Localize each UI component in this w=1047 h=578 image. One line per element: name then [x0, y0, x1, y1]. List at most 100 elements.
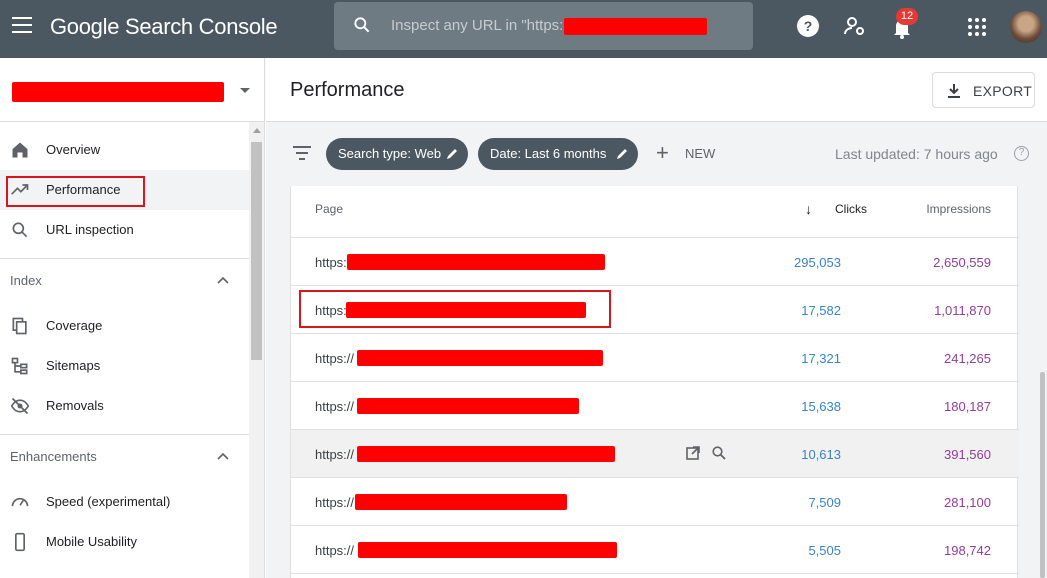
coverage-icon	[12, 317, 27, 335]
sidebar-item-removals[interactable]: Removals	[0, 386, 249, 426]
avatar[interactable]	[1010, 11, 1042, 43]
inspect-url-icon[interactable]	[711, 445, 727, 461]
sidebar-item-label: Coverage	[46, 318, 103, 333]
impressions-value: 1,011,870	[934, 303, 991, 318]
speedometer-icon	[11, 497, 29, 507]
page-url[interactable]: https://	[315, 495, 354, 510]
sidebar-item-label: Speed (experimental)	[46, 494, 171, 509]
export-button[interactable]: EXPORT	[932, 72, 1035, 108]
notification-badge: 12	[896, 8, 918, 25]
search-icon	[354, 17, 370, 33]
table-row[interactable]: https:// 15,638 180,187	[291, 382, 1019, 430]
redaction	[357, 350, 603, 366]
property-selector[interactable]	[0, 58, 265, 122]
page-url[interactable]: https://	[315, 351, 354, 366]
clicks-value: 295,053	[794, 255, 841, 270]
page-url[interactable]: https://	[315, 447, 354, 462]
column-header-impressions[interactable]: Impressions	[911, 202, 991, 216]
page-url[interactable]: https://	[315, 399, 354, 414]
table-row[interactable]: https: 295,053 2,650,559	[291, 238, 1019, 286]
svg-text:?: ?	[804, 18, 813, 34]
menu-icon[interactable]	[12, 17, 32, 33]
sidebar-item-sitemaps[interactable]: Sitemaps	[0, 346, 249, 386]
table-row[interactable]: https: 17,582 1,011,870	[291, 286, 1019, 334]
chevron-up-icon	[217, 452, 229, 460]
chip-search-type[interactable]: Search type: Web	[326, 138, 468, 170]
last-updated-text: Last updated: 7 hours ago	[835, 146, 998, 162]
chip-label: Search type: Web	[338, 146, 442, 161]
table-row[interactable]: https:// 17,321 241,265	[291, 334, 1019, 382]
sidebar-item-label: Overview	[46, 142, 101, 157]
plus-icon: +	[656, 140, 669, 165]
redaction	[355, 494, 567, 510]
app-logo[interactable]: Google Search Console	[50, 14, 278, 40]
chevron-up-icon	[217, 276, 229, 284]
section-label: Enhancements	[10, 449, 97, 464]
sidebar-item-mobile-usability[interactable]: Mobile Usability	[0, 522, 249, 562]
impressions-value: 281,100	[944, 495, 991, 510]
table-row[interactable]: https:// 5,505 198,742	[291, 526, 1019, 574]
table-row[interactable]: https:// 7,509 281,100	[291, 478, 1019, 526]
section-label: Index	[10, 273, 42, 288]
impressions-value: 198,742	[944, 543, 991, 558]
new-filter-label: NEW	[685, 146, 716, 161]
chip-date-range[interactable]: Date: Last 6 months	[478, 138, 638, 170]
edit-icon	[617, 149, 627, 159]
sidebar-item-overview[interactable]: Overview	[0, 130, 249, 170]
column-header-clicks[interactable]: ↓ Clicks	[805, 201, 867, 217]
impressions-value: 241,265	[944, 351, 991, 366]
edit-icon	[447, 149, 457, 159]
sitemap-icon	[11, 357, 28, 375]
pages-table: Page ↓ Clicks Impressions https: 295,053…	[290, 186, 1019, 578]
main-scrollbar-thumb[interactable]	[1040, 372, 1045, 578]
sidebar-scrollbar[interactable]	[249, 122, 264, 578]
table-row[interactable]: https:// 10,613 391,560	[291, 430, 1019, 478]
redaction	[347, 254, 605, 270]
search-placeholder: Inspect any URL in "https:	[391, 17, 564, 34]
impressions-value: 391,560	[944, 447, 991, 462]
redaction	[357, 446, 615, 462]
download-icon	[948, 84, 960, 98]
redaction	[358, 542, 617, 558]
content-area: Page ↓ Clicks Impressions https: 295,053…	[266, 186, 1047, 578]
help-outline-icon[interactable]: ?	[1014, 146, 1029, 161]
annotation-highlight-box	[6, 176, 145, 207]
clicks-value: 17,582	[801, 303, 841, 318]
new-filter-button[interactable]: + NEW	[656, 140, 726, 165]
column-header-label: Clicks	[835, 202, 867, 216]
scroll-up-icon[interactable]	[253, 128, 261, 133]
phone-icon	[15, 532, 25, 552]
open-in-new-icon[interactable]	[685, 445, 701, 461]
url-inspect-search[interactable]: Inspect any URL in "https:	[334, 2, 753, 50]
apps-grid-icon[interactable]	[967, 17, 987, 37]
page-title: Performance	[290, 79, 405, 101]
page-url[interactable]: https://	[315, 543, 354, 558]
column-header-page[interactable]: Page	[315, 202, 343, 216]
scrollbar-thumb[interactable]	[251, 142, 262, 360]
page-url[interactable]: https:	[315, 255, 347, 270]
help-icon[interactable]: ?	[796, 14, 820, 38]
filter-icon[interactable]	[292, 145, 312, 161]
filter-bar: Search type: Web Date: Last 6 months + N…	[266, 122, 1047, 186]
eye-off-icon	[10, 397, 30, 415]
user-settings-icon[interactable]	[843, 14, 867, 38]
dropdown-caret-icon	[240, 88, 250, 93]
export-label: EXPORT	[973, 83, 1033, 99]
impressions-value: 2,650,559	[933, 255, 991, 270]
sidebar-item-url-inspection[interactable]: URL inspection	[0, 210, 249, 250]
sort-arrow-icon: ↓	[805, 201, 812, 217]
redaction	[357, 398, 579, 414]
sidebar-item-coverage[interactable]: Coverage	[0, 306, 249, 346]
top-app-bar: Google Search Console Inspect any URL in…	[0, 0, 1047, 58]
section-enhancements[interactable]: Enhancements	[0, 434, 249, 474]
row-actions	[685, 445, 727, 466]
clicks-value: 15,638	[801, 399, 841, 414]
sidebar-item-speed[interactable]: Speed (experimental)	[0, 482, 249, 522]
table-header: Page ↓ Clicks Impressions	[291, 186, 1019, 238]
page-header: Performance EXPORT	[266, 58, 1047, 122]
impressions-value: 180,187	[944, 399, 991, 414]
clicks-value: 7,509	[808, 495, 841, 510]
search-icon	[12, 222, 28, 238]
annotation-highlight-box	[299, 290, 611, 328]
section-index[interactable]: Index	[0, 258, 249, 298]
